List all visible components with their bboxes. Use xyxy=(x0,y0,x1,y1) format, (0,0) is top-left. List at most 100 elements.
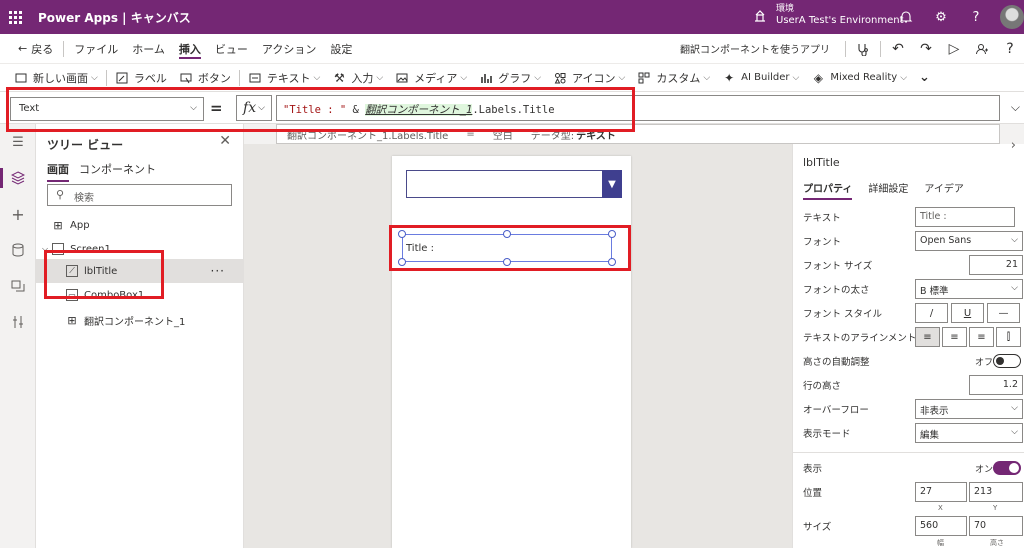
chevron-down-icon: ⌵ xyxy=(703,72,711,83)
hamburger-icon[interactable]: ☰ xyxy=(0,128,36,156)
font-weight-dropdown[interactable]: B 標準 ⌵ xyxy=(915,279,1023,299)
more-options-icon[interactable]: ··· xyxy=(211,264,225,278)
gear-icon[interactable]: ⚙ xyxy=(933,9,949,25)
visible-toggle[interactable] xyxy=(993,461,1021,475)
redo-icon[interactable]: ↷ xyxy=(912,34,940,63)
close-icon[interactable]: ✕ xyxy=(219,133,231,149)
prop-label: フォントの太さ xyxy=(803,285,870,296)
chevron-down-icon: ⌵ xyxy=(91,72,98,83)
mixed-reality-button[interactable]: ◈ Mixed Reality ⌵ xyxy=(805,64,913,92)
share-user-icon[interactable] xyxy=(968,34,996,63)
chevron-down-icon: ⌵ xyxy=(1011,427,1018,437)
button-label: ボタン xyxy=(197,71,231,85)
align-left-icon[interactable]: ≡ xyxy=(915,327,940,347)
tree-item-app[interactable]: ⊞ App xyxy=(36,213,243,237)
font-size-input[interactable]: 21 xyxy=(969,255,1023,275)
properties-panel: lblTitle › プロパティ 詳細設定 アイデア テキスト Title : … xyxy=(792,138,1024,548)
icons-icon xyxy=(553,71,567,85)
chart-icon xyxy=(479,71,493,85)
prop-label: フォント xyxy=(803,237,842,248)
tab-properties[interactable]: プロパティ xyxy=(803,180,853,200)
chevron-down-icon[interactable]: ▼ xyxy=(602,170,622,198)
app-checker-icon[interactable] xyxy=(849,34,877,63)
strikethrough-button[interactable]: — xyxy=(987,303,1020,323)
custom-label: カスタム xyxy=(656,71,701,85)
position-y-input[interactable]: 213 xyxy=(969,482,1023,502)
layers-icon[interactable] xyxy=(0,164,36,192)
tab-components[interactable]: コンポーネント xyxy=(79,161,156,182)
bell-icon[interactable] xyxy=(898,9,914,25)
line-height-input[interactable]: 1.2 xyxy=(969,375,1023,395)
tab-ideas[interactable]: アイデア xyxy=(924,180,964,200)
text-label: テキスト xyxy=(266,71,311,85)
tab-screens[interactable]: 画面 xyxy=(47,161,69,182)
tab-advanced[interactable]: 詳細設定 xyxy=(868,180,908,200)
menu-settings[interactable]: 設定 xyxy=(323,34,359,63)
menu-file[interactable]: ファイル xyxy=(67,34,125,63)
avatar[interactable] xyxy=(1000,5,1024,29)
overflow-dropdown[interactable]: 非表示 ⌵ xyxy=(915,399,1023,419)
menu-view[interactable]: ビュー xyxy=(208,34,255,63)
environment-picker[interactable]: 環境 UserA Test's Environment xyxy=(752,3,904,27)
search-placeholder: 検索 xyxy=(74,193,94,204)
back-arrow-icon: ← xyxy=(18,42,28,55)
input-icon: ⚒ xyxy=(333,70,345,85)
combobox-control[interactable]: ▼ xyxy=(406,170,622,198)
font-dropdown[interactable]: Open Sans ⌵ xyxy=(915,231,1023,251)
help-icon[interactable]: ? xyxy=(996,34,1024,63)
width-input[interactable]: 560 xyxy=(915,516,967,536)
chevron-down-icon: ⌵ xyxy=(460,72,468,83)
back-button[interactable]: ← 戻る xyxy=(0,34,60,63)
ai-builder-button[interactable]: ✦ AI Builder ⌵ xyxy=(716,64,805,92)
app-launcher-icon[interactable] xyxy=(0,0,30,34)
new-screen-icon xyxy=(14,71,28,85)
text-value-input[interactable]: Title : xyxy=(915,207,1015,227)
align-right-icon[interactable]: ≡ xyxy=(969,327,994,347)
button-icon xyxy=(179,71,193,85)
display-mode-dropdown[interactable]: 編集 ⌵ xyxy=(915,423,1023,443)
undo-icon[interactable]: ↶ xyxy=(884,34,912,63)
menu-bar: ← 戻る ファイル ホーム 挿入 ビュー アクション 設定 翻訳コンポーネントを… xyxy=(0,34,1024,63)
align-justify-icon[interactable]: ⫿ xyxy=(996,327,1021,347)
more-commands-button[interactable]: ⌄ xyxy=(913,64,936,92)
underline-button[interactable]: U xyxy=(951,303,984,323)
align-center-icon[interactable]: ≡ xyxy=(942,327,967,347)
app-icon: ⊞ xyxy=(53,218,63,232)
play-icon[interactable]: ▷ xyxy=(940,34,968,63)
menu-insert[interactable]: 挿入 xyxy=(172,34,208,63)
height-input[interactable]: 70 xyxy=(969,516,1023,536)
tree-search-input[interactable]: ⚲ 検索 xyxy=(47,184,232,206)
x-label: X xyxy=(938,504,943,512)
chevron-down-icon: ⌵ xyxy=(1011,235,1018,245)
prop-label: テキスト xyxy=(803,213,841,224)
icons-label: アイコン xyxy=(572,71,616,85)
tree-item-component[interactable]: ⊞ 翻訳コンポーネント_1 xyxy=(36,308,243,332)
database-icon[interactable] xyxy=(0,236,36,264)
position-x-input[interactable]: 27 xyxy=(915,482,967,502)
divider xyxy=(845,40,846,57)
left-rail: ☰ + xyxy=(0,124,36,548)
label-label: ラベル xyxy=(133,71,167,85)
tree-tabs: 画面 コンポーネント xyxy=(47,161,166,182)
menu-home[interactable]: ホーム xyxy=(125,34,172,63)
input-label: 入力 xyxy=(351,71,374,85)
italic-button[interactable]: / xyxy=(915,303,948,323)
auto-height-toggle[interactable] xyxy=(993,354,1021,368)
media-library-icon[interactable] xyxy=(0,272,36,300)
help-icon[interactable]: ? xyxy=(968,9,984,25)
display-mode-value: 編集 xyxy=(920,430,940,441)
app-screen[interactable]: ▼ Title : xyxy=(392,156,631,548)
prop-label: 表示モード xyxy=(803,429,851,440)
text-icon xyxy=(248,71,262,85)
expand-formula-icon[interactable]: ⌵ xyxy=(1011,100,1020,115)
tools-icon[interactable] xyxy=(0,308,36,336)
highlight-formula-bar xyxy=(6,87,635,132)
tree-item-label: 翻訳コンポーネント_1 xyxy=(84,316,186,328)
custom-button[interactable]: カスタム ⌵ xyxy=(631,64,716,92)
plus-icon[interactable]: + xyxy=(0,200,36,228)
chevron-down-icon: ⌵ xyxy=(313,72,321,83)
chevron-right-icon[interactable]: › xyxy=(1011,138,1016,153)
app-title: Power Apps | キャンバス xyxy=(38,10,191,25)
component-icon xyxy=(637,71,651,85)
menu-action[interactable]: アクション xyxy=(255,34,323,63)
